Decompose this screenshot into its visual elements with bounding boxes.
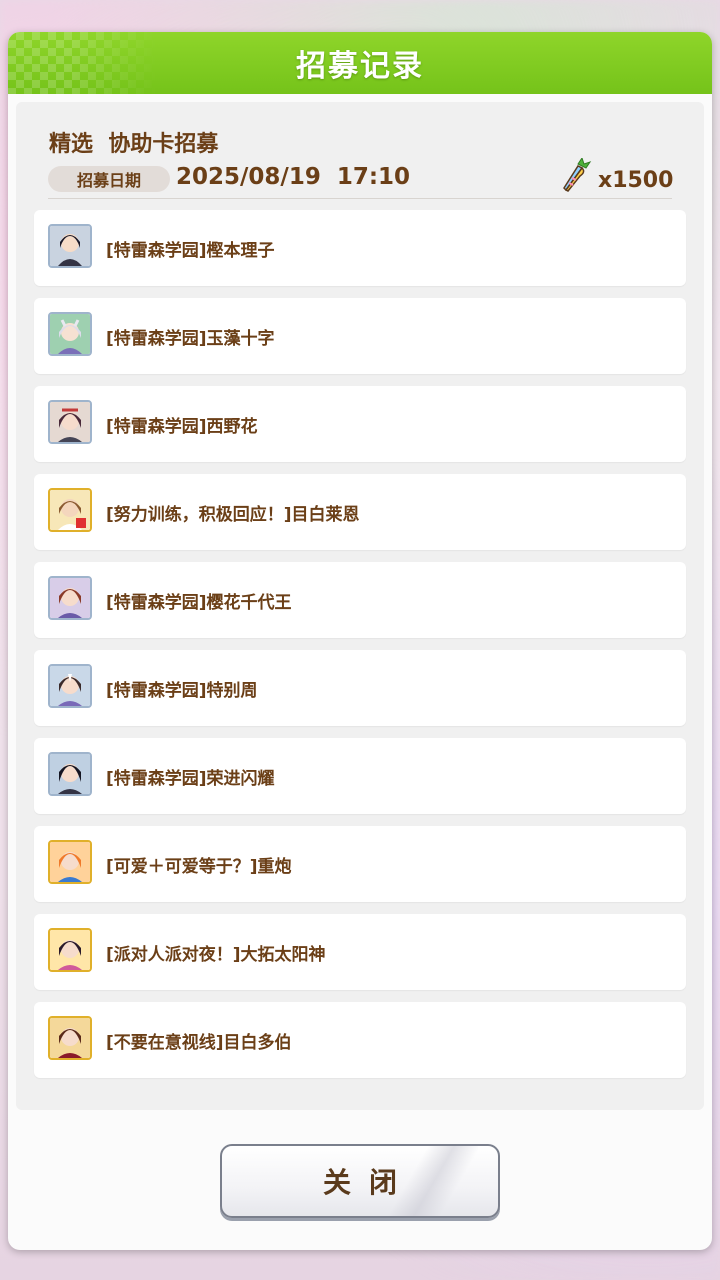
date-value: 2025/08/19 17:10 — [176, 164, 411, 190]
portrait-icon — [48, 488, 92, 532]
portrait-icon — [48, 840, 92, 884]
list-item: [特雷森学园]樫本理子 — [34, 210, 686, 286]
list-item: [特雷森学园]特别周 — [34, 650, 686, 726]
close-button[interactable]: 关闭 — [220, 1144, 500, 1218]
dialog-title: 招募记录 — [296, 49, 424, 84]
close-button-label: 关闭 — [322, 1166, 415, 1199]
divider — [48, 198, 672, 199]
cost-value: x1500 — [598, 168, 674, 193]
record-label: [特雷森学园]樱花千代王 — [106, 593, 292, 613]
record-label: [派对人派对夜！]大拓太阳神 — [106, 945, 326, 965]
record-label: [特雷森学园]樫本理子 — [106, 241, 275, 261]
portrait-icon — [48, 664, 92, 708]
record-label: [努力训练，积极回应！]目白莱恩 — [106, 505, 360, 525]
portrait-icon — [48, 312, 92, 356]
record-label: [特雷森学园]西野花 — [106, 417, 258, 437]
record-label: [特雷森学园]荣进闪耀 — [106, 769, 275, 789]
list-item: [特雷森学园]荣进闪耀 — [34, 738, 686, 814]
recruit-record-dialog: 招募记录 精选 协助卡招募 招募日期 2025/08/19 17:10 x150… — [8, 32, 712, 1250]
list-item: [派对人派对夜！]大拓太阳神 — [34, 914, 686, 990]
list-item: [特雷森学园]樱花千代王 — [34, 562, 686, 638]
portrait-icon — [48, 752, 92, 796]
portrait-icon — [48, 928, 92, 972]
portrait-icon — [48, 224, 92, 268]
record-label: [可爱＋可爱等于？]重炮 — [106, 857, 292, 877]
portrait-icon — [48, 400, 92, 444]
list-item: [不要在意视线]目白多伯 — [34, 1002, 686, 1078]
banner-name: 精选 协助卡招募 — [49, 132, 219, 157]
record-label: [特雷森学园]玉藻十字 — [106, 329, 275, 349]
portrait-icon — [48, 576, 92, 620]
carrot-icon — [560, 156, 592, 194]
list-item: [特雷森学园]西野花 — [34, 386, 686, 462]
record-label: [特雷森学园]特别周 — [106, 681, 258, 701]
list-item: [努力训练，积极回应！]目白莱恩 — [34, 474, 686, 550]
dialog-header: 招募记录 — [8, 32, 712, 94]
record-label: [不要在意视线]目白多伯 — [106, 1033, 292, 1053]
list-item: [可爱＋可爱等于？]重炮 — [34, 826, 686, 902]
date-label: 招募日期 — [48, 166, 170, 192]
date-row: 招募日期 2025/08/19 17:10 x1500 — [48, 156, 674, 194]
header-pattern — [8, 32, 158, 94]
portrait-icon — [48, 1016, 92, 1060]
list-item: [特雷森学园]玉藻十字 — [34, 298, 686, 374]
record-panel: 精选 协助卡招募 招募日期 2025/08/19 17:10 x1500 [特雷… — [16, 102, 704, 1110]
